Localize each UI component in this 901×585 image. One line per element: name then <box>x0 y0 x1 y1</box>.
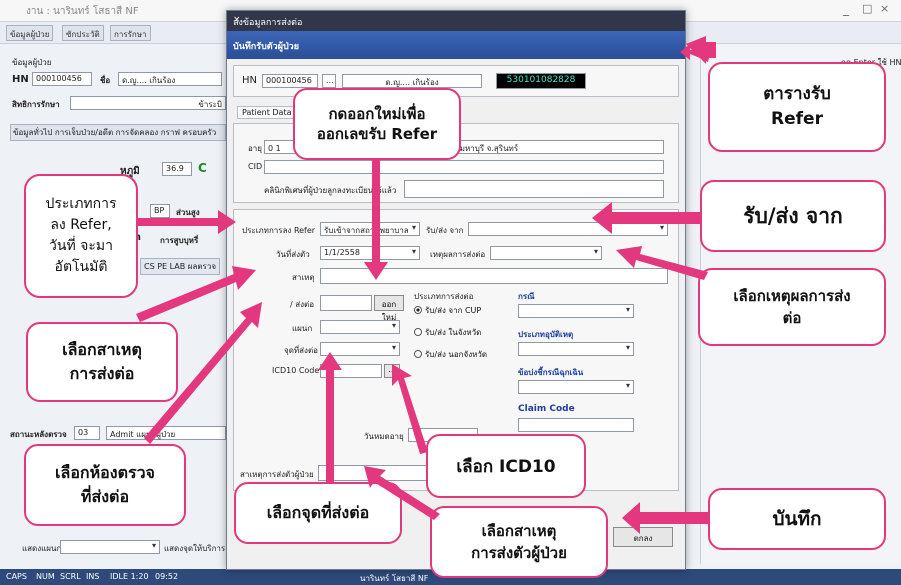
arrow-dept <box>144 302 262 444</box>
arrow-from <box>592 202 700 234</box>
arrow-refer-type <box>138 210 236 234</box>
arrow-reason <box>616 246 708 280</box>
arrow-cause <box>136 266 256 322</box>
arrow-new-button <box>364 160 388 280</box>
arrow-point <box>318 352 342 482</box>
arrow-save <box>622 502 708 534</box>
annotation-arrows <box>136 36 716 534</box>
arrow-icd10 <box>392 364 428 454</box>
arrow-patient-cause <box>364 466 440 520</box>
